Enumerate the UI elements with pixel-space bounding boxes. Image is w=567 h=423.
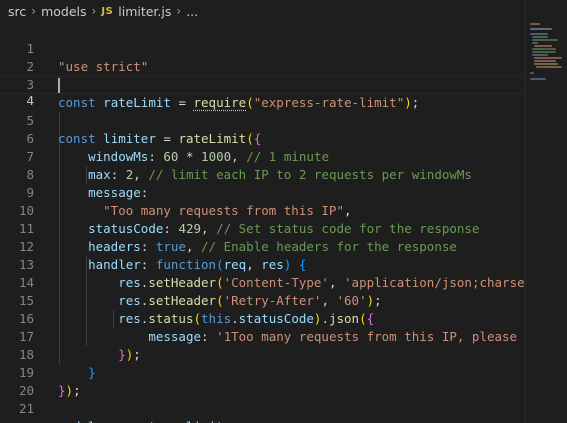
breadcrumb: src › models › JS limiter.js › ... — [0, 0, 533, 22]
breadcrumb-src[interactable]: src — [8, 4, 26, 19]
minimap-line — [530, 33, 548, 35]
code-line[interactable]: 1 "use strict" — [0, 22, 524, 74]
code-line[interactable]: 15 res.status(this.statusCode).json({ — [0, 274, 524, 326]
minimap-line — [532, 42, 538, 44]
minimap[interactable] — [525, 0, 567, 423]
minimap-line — [532, 54, 548, 56]
minimap-line — [534, 57, 562, 59]
minimap-line — [530, 23, 540, 25]
code-line[interactable]: 7 max: 2, // limit each IP to 2 requests… — [0, 130, 524, 182]
chevron-right-icon: › — [176, 4, 182, 18]
code-line[interactable]: 21 module.exports = limiter; — [0, 382, 524, 423]
minimap-line — [532, 51, 556, 53]
token-variable: limiter — [186, 419, 239, 423]
code-line[interactable]: 14 res.setHeader('Retry-After', '60'); — [0, 256, 524, 308]
code-line[interactable]: 19 }); — [0, 346, 524, 398]
token-variable: module — [58, 419, 103, 423]
minimap-line — [536, 66, 562, 68]
line-number: 21 — [18, 401, 34, 416]
chevron-right-icon: › — [91, 4, 97, 18]
code-area[interactable]: 1 "use strict" 2 3 const rateLimit = req… — [0, 22, 524, 423]
code-line[interactable]: 6 windowMs: 60 * 1000, // 1 minute — [0, 112, 524, 164]
code-line[interactable]: 5 const limiter = rateLimit({ — [0, 94, 524, 146]
chevron-right-icon: › — [31, 4, 37, 18]
minimap-line — [534, 63, 558, 65]
javascript-file-icon: JS — [101, 5, 114, 17]
minimap-line — [532, 39, 558, 41]
code-line[interactable]: 13 res.setHeader('Content-Type', 'applic… — [0, 238, 524, 290]
breadcrumb-symbol[interactable]: ... — [186, 4, 198, 19]
breadcrumb-file[interactable]: limiter.js — [118, 4, 171, 19]
code-line[interactable]: 16 message: '1Too many requests from thi… — [0, 292, 524, 344]
code-line[interactable]: 2 — [0, 40, 524, 74]
code-line[interactable]: 10 statusCode: 429, // Set status code f… — [0, 184, 524, 236]
code-line[interactable]: 20 — [0, 364, 524, 398]
minimap-line — [530, 72, 534, 74]
code-line[interactable]: 9 "Too many requests from this IP", — [0, 166, 524, 218]
code-line[interactable]: 18 } — [0, 328, 524, 380]
token-property: exports — [111, 419, 164, 423]
breadcrumb-models[interactable]: models — [41, 4, 86, 19]
text-cursor — [58, 78, 60, 93]
minimap-line — [530, 78, 546, 80]
code-line-current[interactable]: 4 — [0, 76, 524, 108]
code-line[interactable]: 12 handler: function(req, res) { — [0, 220, 524, 272]
minimap-line — [530, 28, 552, 30]
code-line[interactable]: 11 headers: true, // Enable headers for … — [0, 202, 524, 254]
minimap-line — [532, 36, 548, 38]
minimap-line — [534, 45, 552, 47]
code-line[interactable]: 3 const rateLimit = require("express-rat… — [0, 58, 524, 110]
minimap-line — [534, 60, 556, 62]
minimap-line — [532, 48, 556, 50]
code-line[interactable]: 17 }); — [0, 310, 524, 362]
code-editor[interactable]: src › models › JS limiter.js › ... 1 "us… — [0, 0, 567, 423]
code-line[interactable]: 8 message: — [0, 148, 524, 200]
